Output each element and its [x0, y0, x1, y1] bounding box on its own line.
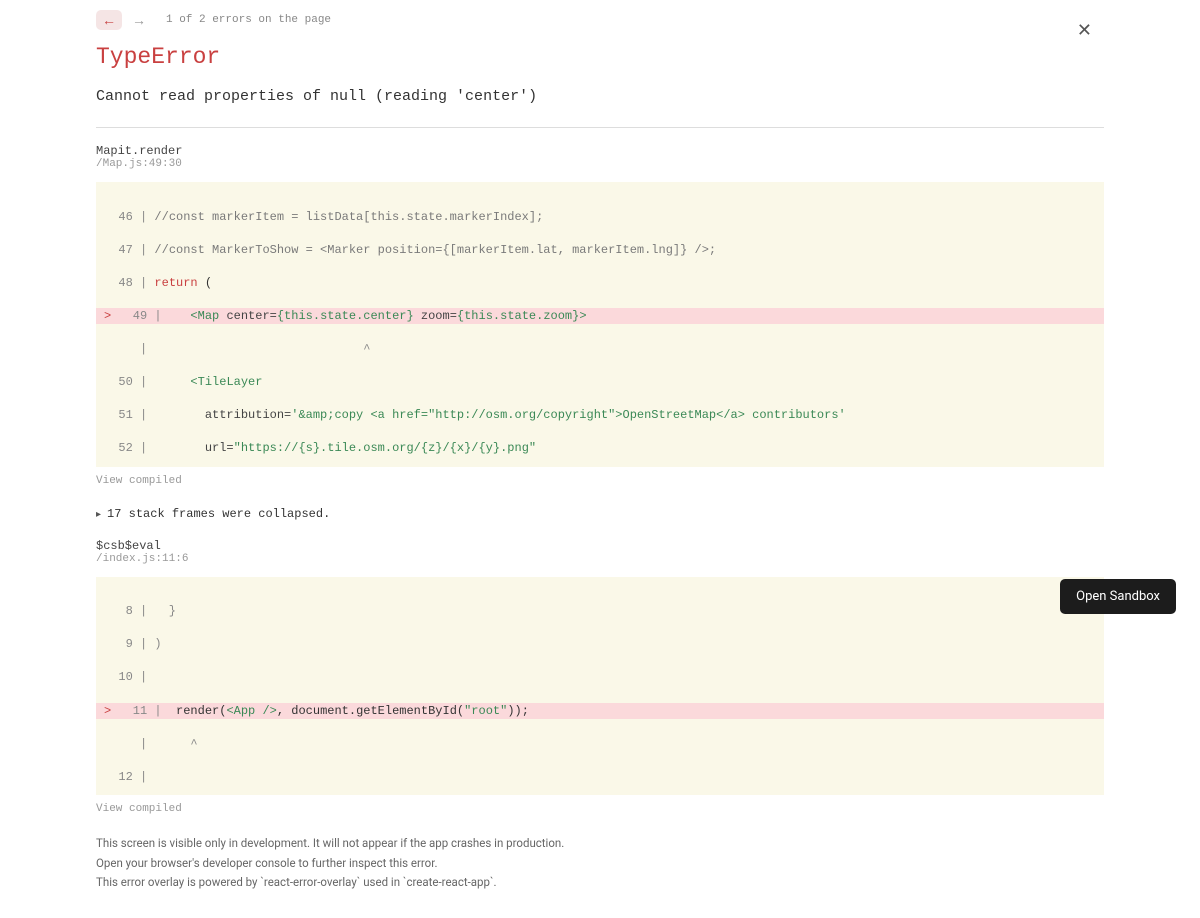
frame-function: Mapit.render	[96, 144, 1104, 158]
close-icon[interactable]: ✕	[1077, 20, 1092, 41]
error-counter: 1 of 2 errors on the page	[166, 14, 331, 26]
view-compiled-link[interactable]: View compiled	[96, 475, 1104, 487]
error-nav: ← → 1 of 2 errors on the page	[96, 10, 1104, 30]
code-block-2: 8 | } 9 | ) 10 | > 11 | render(<App />, …	[96, 577, 1104, 796]
next-error-button[interactable]: →	[126, 10, 152, 30]
footer-line: Open your browser's developer console to…	[96, 855, 1104, 872]
frame-location-2: /index.js:11:6	[96, 553, 1104, 565]
frame-location: /Map.js:49:30	[96, 158, 1104, 170]
prev-error-button[interactable]: ←	[96, 10, 122, 30]
footer-notes: This screen is visible only in developme…	[96, 835, 1104, 891]
error-message: Cannot read properties of null (reading …	[96, 88, 1104, 105]
code-block-1: 46 | //const markerItem = listData[this.…	[96, 182, 1104, 467]
error-type: TypeError	[96, 44, 1104, 70]
divider	[96, 127, 1104, 128]
footer-line: This error overlay is powered by `react-…	[96, 874, 1104, 891]
footer-line: This screen is visible only in developme…	[96, 835, 1104, 852]
view-compiled-link-2[interactable]: View compiled	[96, 803, 1104, 815]
collapsed-frames-toggle[interactable]: 17 stack frames were collapsed.	[96, 507, 1104, 521]
frame-function-2: $csb$eval	[96, 539, 1104, 553]
open-sandbox-button[interactable]: Open Sandbox	[1060, 579, 1176, 614]
